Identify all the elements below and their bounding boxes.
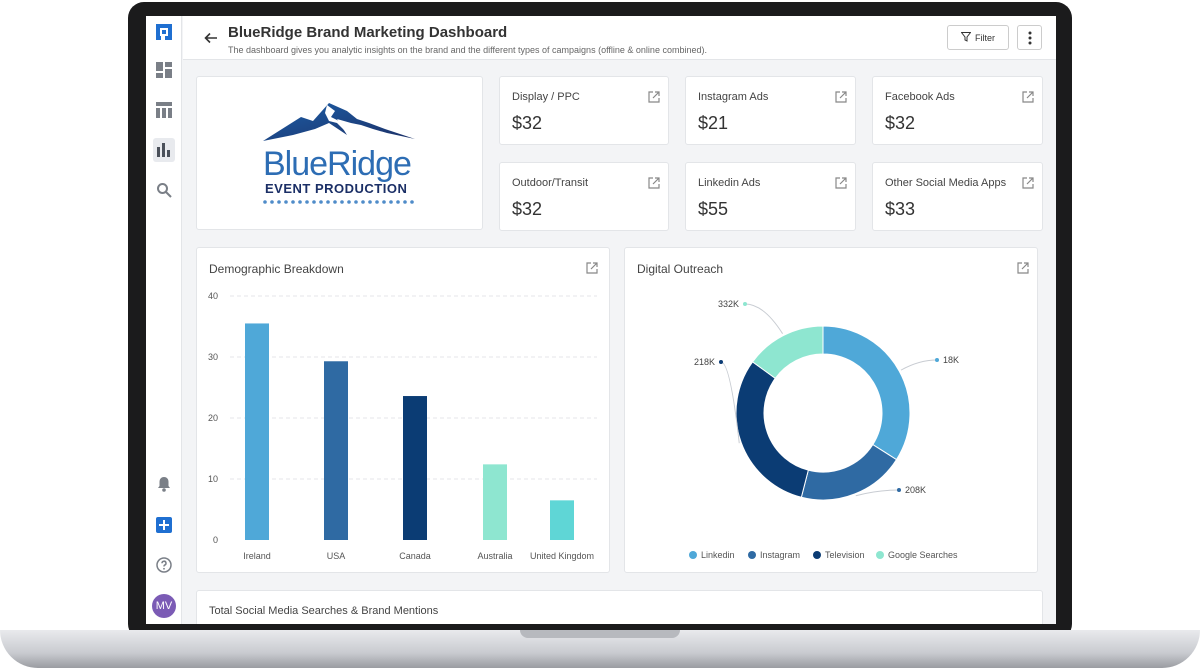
- legend-label: Television: [825, 550, 865, 560]
- metric-value: $55: [698, 199, 729, 219]
- table-icon[interactable]: [154, 100, 174, 120]
- search-icon[interactable]: [154, 180, 174, 200]
- digital-outreach-card: Digital Outreach 18K 208K 218K 332K Linkedi…: [624, 247, 1038, 573]
- slice-linkedin: [822, 325, 911, 461]
- legend-swatch: [748, 551, 756, 559]
- demographic-bar-chart: 0 10 20 30 40 Ireland USA Canada Australia United…: [208, 291, 597, 561]
- slice-data-label: 332K: [718, 299, 739, 309]
- legend-swatch: [876, 551, 884, 559]
- legend-swatch: [813, 551, 821, 559]
- legend-swatch: [689, 551, 697, 559]
- metric-label: Linkedin Ads: [698, 177, 761, 189]
- more-vertical-icon: [1028, 31, 1031, 44]
- metric-card: Other Social Media Apps $33: [872, 162, 1043, 231]
- metric-card: Linkedin Ads $55: [685, 162, 856, 231]
- external-link-icon[interactable]: [835, 176, 847, 189]
- demographic-breakdown-card: Demographic Breakdown 0 10 20 30 40 Ireland US…: [196, 247, 610, 573]
- legend-item[interactable]: Linkedin: [689, 550, 735, 560]
- back-arrow-icon[interactable]: [203, 30, 219, 46]
- legend-label: Linkedin: [701, 550, 735, 560]
- social-searches-card: Total Social Media Searches & Brand Ment…: [196, 590, 1043, 624]
- filter-icon: [960, 31, 972, 44]
- metric-label: Display / PPC: [512, 91, 580, 103]
- slice-television: [735, 361, 809, 498]
- filter-label: Filter: [975, 32, 995, 43]
- dashboard-icon[interactable]: [154, 60, 174, 80]
- logo-line1: BlueRidge: [263, 145, 411, 183]
- bar-australia: [483, 464, 507, 540]
- digital-outreach-donut-chart: 18K 208K 218K 332K: [694, 299, 959, 501]
- logo-line2: EVENT PRODUCTION: [265, 181, 407, 196]
- leader-dot: [719, 360, 723, 364]
- metric-card: Display / PPC $32: [499, 76, 669, 145]
- logo-dots: [263, 200, 414, 204]
- leader-dot: [897, 488, 901, 492]
- y-tick-label: 0: [213, 535, 218, 545]
- y-tick-label: 30: [208, 352, 218, 362]
- app-logo-icon[interactable]: [154, 22, 174, 42]
- metric-value: $21: [698, 113, 729, 133]
- app-screen: MV BlueRidge Brand Marketing Dashboard T…: [146, 16, 1056, 624]
- y-tick-label: 40: [208, 291, 218, 301]
- more-options-button[interactable]: [1017, 25, 1042, 50]
- page-header: BlueRidge Brand Marketing Dashboard The …: [183, 16, 1056, 60]
- y-tick-label: 20: [208, 413, 218, 423]
- external-link-icon[interactable]: [648, 176, 660, 189]
- x-tick-label: USA: [327, 551, 346, 561]
- metric-label: Outdoor/Transit: [512, 177, 589, 189]
- laptop-notch: [520, 630, 680, 638]
- leader-line: [744, 303, 784, 334]
- slice-instagram: [800, 443, 898, 501]
- leader-dot: [935, 358, 939, 362]
- legend-item[interactable]: Instagram: [748, 550, 800, 560]
- metric-value: $33: [885, 199, 916, 219]
- bar-usa: [324, 361, 348, 540]
- add-icon[interactable]: [154, 515, 174, 535]
- notification-bell-icon[interactable]: [154, 474, 174, 494]
- metric-value: $32: [885, 113, 916, 133]
- legend-label: Google Searches: [888, 550, 958, 560]
- help-icon[interactable]: [154, 555, 174, 575]
- slice-data-label: 218K: [694, 357, 715, 367]
- bar-canada: [403, 396, 427, 540]
- page-subtitle: The dashboard gives you analytic insight…: [228, 45, 707, 55]
- external-link-icon[interactable]: [1022, 90, 1034, 103]
- x-tick-label: Ireland: [243, 551, 271, 561]
- legend-item[interactable]: Google Searches: [876, 550, 958, 560]
- slice-data-label: 18K: [943, 355, 959, 365]
- metric-label: Other Social Media Apps: [885, 177, 1007, 189]
- metric-label: Facebook Ads: [885, 91, 955, 103]
- legend-label: Instagram: [760, 550, 801, 560]
- social-searches-title: Total Social Media Searches & Brand Ment…: [209, 605, 439, 617]
- metric-card: Facebook Ads $32: [872, 76, 1043, 145]
- user-avatar[interactable]: MV: [152, 594, 176, 618]
- metric-card: Instagram Ads $21: [685, 76, 856, 145]
- x-tick-label: United Kingdom: [530, 551, 594, 561]
- legend-item[interactable]: Television: [813, 550, 865, 560]
- external-link-icon[interactable]: [648, 90, 660, 103]
- metric-value: $32: [512, 199, 543, 219]
- external-link-icon[interactable]: [1022, 176, 1034, 189]
- metric-value: $32: [512, 113, 543, 133]
- brand-logo-card: BlueRidge EVENT PRODUCTION: [196, 76, 483, 230]
- x-tick-label: Canada: [399, 551, 431, 561]
- y-tick-label: 10: [208, 474, 218, 484]
- page-title: BlueRidge Brand Marketing Dashboard: [228, 24, 508, 41]
- bar-ireland: [245, 323, 269, 540]
- x-tick-label: Australia: [477, 551, 512, 561]
- metric-label: Instagram Ads: [698, 91, 769, 103]
- leader-line: [900, 359, 938, 371]
- metric-card: Outdoor/Transit $32: [499, 162, 669, 231]
- sidebar: MV: [146, 16, 182, 624]
- filter-button[interactable]: Filter: [947, 25, 1009, 50]
- slice-data-label: 208K: [905, 485, 926, 495]
- external-link-icon[interactable]: [835, 90, 847, 103]
- brand-logo: BlueRidge EVENT PRODUCTION: [263, 103, 415, 204]
- analytics-icon[interactable]: [153, 138, 175, 162]
- leader-dot: [743, 302, 747, 306]
- bar-united-kingdom: [550, 500, 574, 540]
